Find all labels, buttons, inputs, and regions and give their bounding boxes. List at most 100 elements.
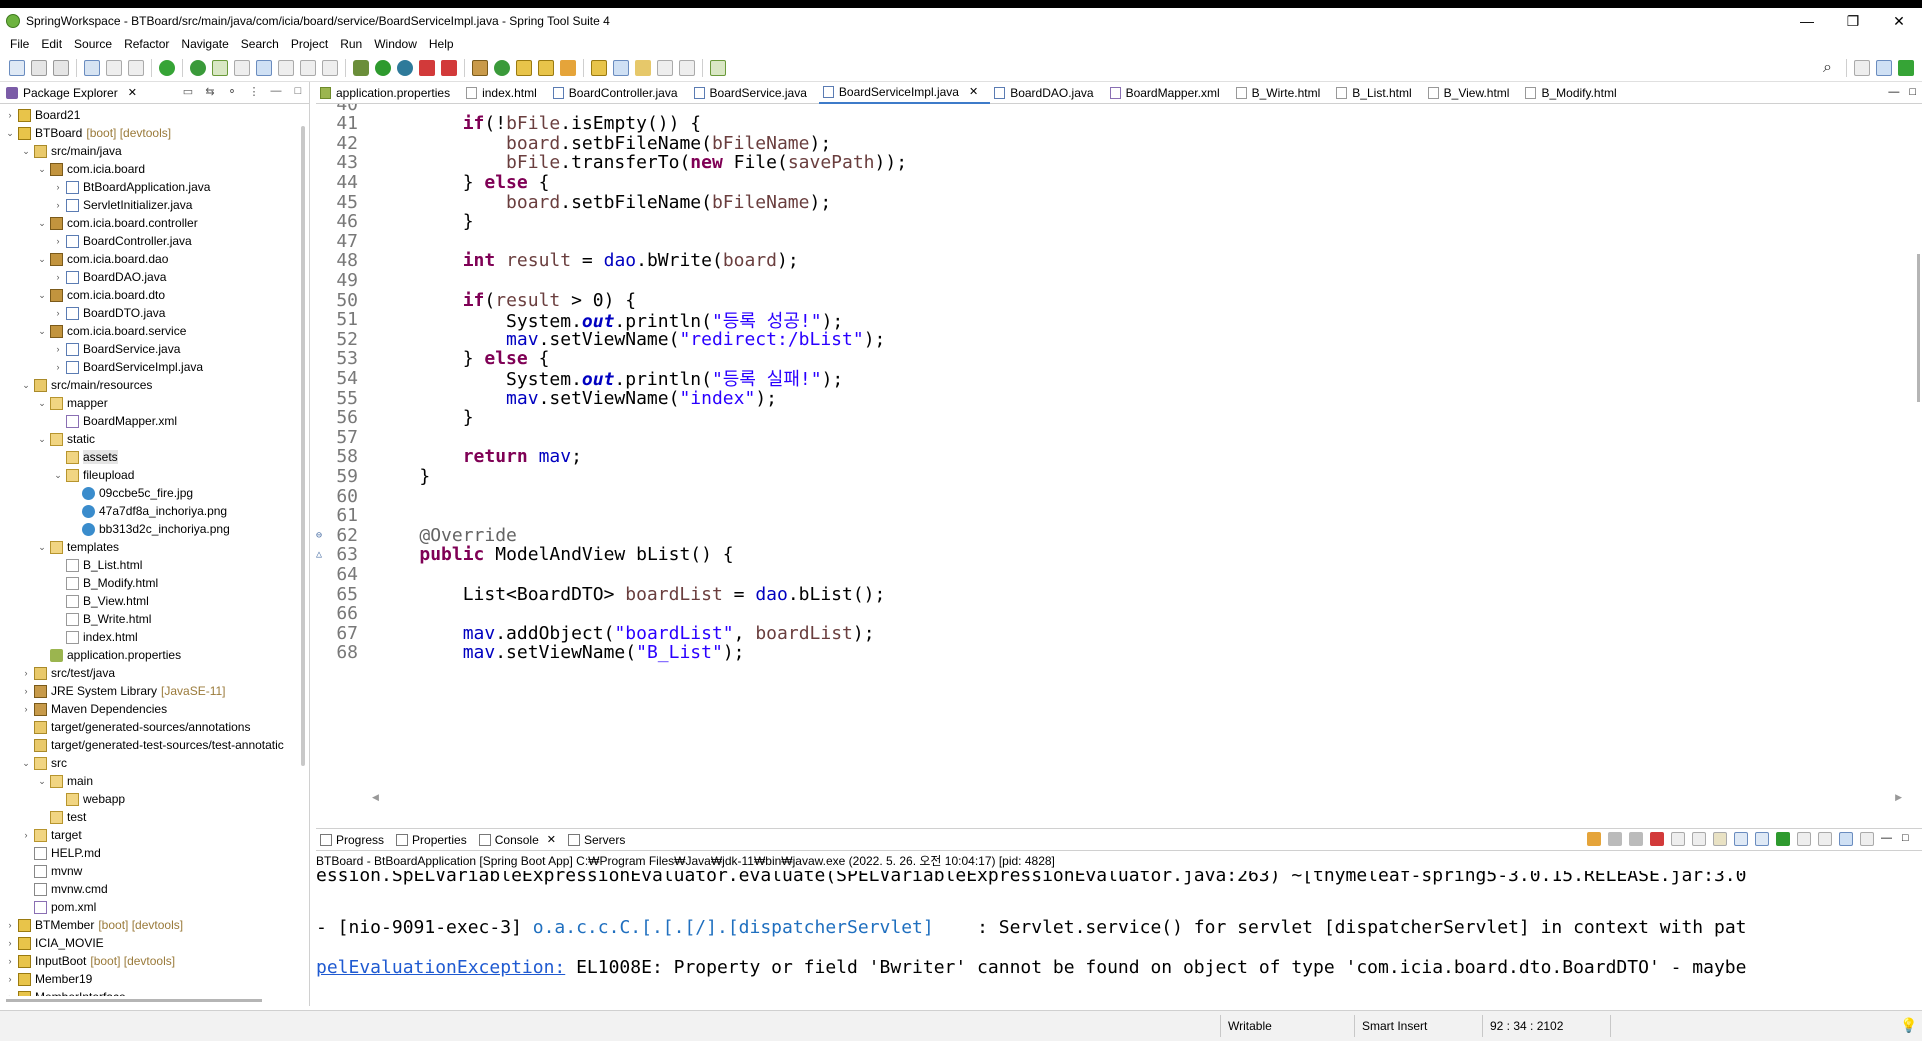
tab-package-explorer[interactable]: Package Explorer ✕ (6, 86, 137, 100)
forward-icon[interactable] (679, 59, 695, 76)
expand-toggle-icon[interactable]: ⌄ (36, 254, 48, 265)
editor-tab[interactable]: BoardDAO.java (990, 82, 1105, 104)
save-icon[interactable] (31, 59, 47, 76)
settings-icon[interactable] (1860, 832, 1874, 846)
expand-toggle-icon[interactable]: › (4, 992, 16, 996)
expand-toggle-icon[interactable]: ⌄ (36, 164, 48, 175)
maximize-console-icon[interactable]: □ (1902, 832, 1916, 846)
previous-annotation-icon[interactable] (613, 59, 629, 76)
fold-icon[interactable]: ⊖ (316, 530, 330, 541)
tree-item[interactable]: assets (0, 448, 298, 466)
link-icon[interactable] (1587, 832, 1601, 846)
tree-item[interactable]: B_List.html (0, 556, 298, 574)
show-stderr-icon[interactable] (1755, 832, 1769, 846)
editor-tab[interactable]: B_Modify.html (1521, 82, 1628, 104)
editor-tab[interactable]: index.html (462, 82, 549, 104)
tab-servers[interactable]: Servers (567, 833, 625, 847)
close-button[interactable]: ✕ (1876, 8, 1922, 34)
tree-item[interactable]: › ServletInitializer.java (0, 196, 298, 214)
skip-breakpoints-icon[interactable] (106, 59, 122, 76)
editor-tab[interactable]: BoardServiceImpl.java ✕ (818, 81, 991, 104)
tree-item[interactable]: › BtBoardApplication.java (0, 178, 298, 196)
open-type-icon[interactable] (212, 59, 228, 76)
show-whitespace-icon[interactable] (278, 59, 294, 76)
last-edit-icon[interactable] (635, 59, 651, 76)
java-ee-perspective-icon[interactable] (1876, 59, 1892, 76)
tree-item[interactable]: › src/test/java (0, 664, 298, 682)
expand-toggle-icon[interactable]: ⌄ (36, 218, 48, 229)
expand-toggle-icon[interactable]: › (52, 236, 64, 246)
expand-toggle-icon[interactable]: › (4, 110, 16, 120)
menu-item[interactable]: Window (374, 37, 417, 51)
pilcrow-icon[interactable] (322, 59, 338, 76)
tree-item[interactable]: ⌄ BTBoard [boot] [devtools] (0, 124, 298, 142)
tree-item[interactable]: index.html (0, 628, 298, 646)
expand-toggle-icon[interactable]: ⌄ (20, 758, 32, 769)
editor-tab[interactable]: BoardMapper.xml (1106, 82, 1232, 104)
tree-item[interactable]: ⌄ src (0, 754, 298, 772)
boot-dashboard-icon[interactable] (159, 59, 175, 76)
tree-item[interactable]: mvnw (0, 862, 298, 880)
expand-toggle-icon[interactable]: › (4, 938, 16, 948)
expand-toggle-icon[interactable]: ⌄ (36, 434, 48, 445)
expand-toggle-icon[interactable]: ⌄ (20, 146, 32, 157)
tree-item[interactable]: application.properties (0, 646, 298, 664)
tree-item[interactable]: › MemberInterface (0, 988, 298, 996)
console-view-icon[interactable] (1839, 832, 1853, 846)
tree-item[interactable]: › Maven Dependencies (0, 700, 298, 718)
tree-item[interactable]: B_Modify.html (0, 574, 298, 592)
collapse-all-icon[interactable]: ▭ (181, 85, 195, 99)
minimize-editor-icon[interactable]: — (1888, 86, 1899, 98)
open-console-icon[interactable] (1818, 832, 1832, 846)
editor-tab[interactable]: application.properties (316, 82, 462, 104)
maximize-button[interactable]: ❐ (1830, 8, 1876, 34)
tree-item[interactable]: ⌄ mapper (0, 394, 298, 412)
maximize-editor-icon[interactable]: □ (1909, 86, 1916, 98)
pin-editor-icon[interactable] (710, 59, 726, 76)
expand-toggle-icon[interactable]: ⌄ (52, 470, 64, 481)
spring-relaunch-icon[interactable] (190, 59, 206, 76)
expand-toggle-icon[interactable]: › (52, 182, 64, 192)
pin-console-icon[interactable] (1776, 832, 1790, 846)
expand-toggle-icon[interactable]: ⌄ (36, 326, 48, 337)
expand-toggle-icon[interactable]: › (52, 362, 64, 372)
tree-item[interactable]: › Board21 (0, 106, 298, 124)
tree-item[interactable]: pom.xml (0, 898, 298, 916)
back-icon[interactable] (657, 59, 673, 76)
minimize-view-icon[interactable]: — (269, 85, 283, 99)
menu-item[interactable]: File (10, 37, 29, 51)
expand-toggle-icon[interactable]: ⌄ (36, 290, 48, 301)
tree-item[interactable]: ⌄ static (0, 430, 298, 448)
coverage-icon[interactable] (397, 59, 413, 76)
expand-toggle-icon[interactable]: › (20, 668, 32, 678)
toggle-icon[interactable] (128, 59, 144, 76)
expand-toggle-icon[interactable]: › (4, 974, 16, 984)
tree-item[interactable]: › BoardDTO.java (0, 304, 298, 322)
menu-item[interactable]: Search (241, 37, 279, 51)
new-package-icon[interactable] (472, 59, 488, 76)
tip-icon[interactable]: 💡 (1900, 1017, 1917, 1034)
tree-item[interactable]: ⌄ templates (0, 538, 298, 556)
tree-item[interactable]: › BoardServiceImpl.java (0, 358, 298, 376)
code-editor[interactable]: 40 41 if(!bFile.isEmpty()) {42 board.setb… (316, 104, 1916, 794)
expand-toggle-icon[interactable]: ⌄ (36, 398, 48, 409)
expand-toggle-icon[interactable]: ⌄ (4, 128, 16, 139)
run-icon[interactable] (375, 59, 391, 76)
tree-item[interactable]: B_Write.html (0, 610, 298, 628)
tree-item[interactable]: › BoardController.java (0, 232, 298, 250)
tree-item[interactable]: › InputBoot [boot] [devtools] (0, 952, 298, 970)
word-wrap-icon[interactable] (1713, 832, 1727, 846)
tree-item[interactable]: target/generated-sources/annotations (0, 718, 298, 736)
tree-item[interactable]: › JRE System Library [JavaSE-11] (0, 682, 298, 700)
tree-item[interactable]: 09ccbe5c_fire.jpg (0, 484, 298, 502)
scroll-left-icon[interactable]: ◀ (372, 792, 379, 803)
link-with-editor-icon[interactable]: ⇆ (203, 85, 217, 99)
minimize-console-icon[interactable]: — (1881, 832, 1895, 846)
scroll-right-icon[interactable]: ▶ (1895, 792, 1902, 803)
tab-progress[interactable]: Progress (320, 833, 384, 847)
expand-toggle-icon[interactable]: › (4, 956, 16, 966)
tree-item[interactable]: ⌄ com.icia.board.service (0, 322, 298, 340)
code-line[interactable]: 68 mav.setViewName("B_List"); (316, 641, 1906, 665)
tree-item[interactable]: ⌄ src/main/resources (0, 376, 298, 394)
expand-toggle-icon[interactable]: › (52, 200, 64, 210)
